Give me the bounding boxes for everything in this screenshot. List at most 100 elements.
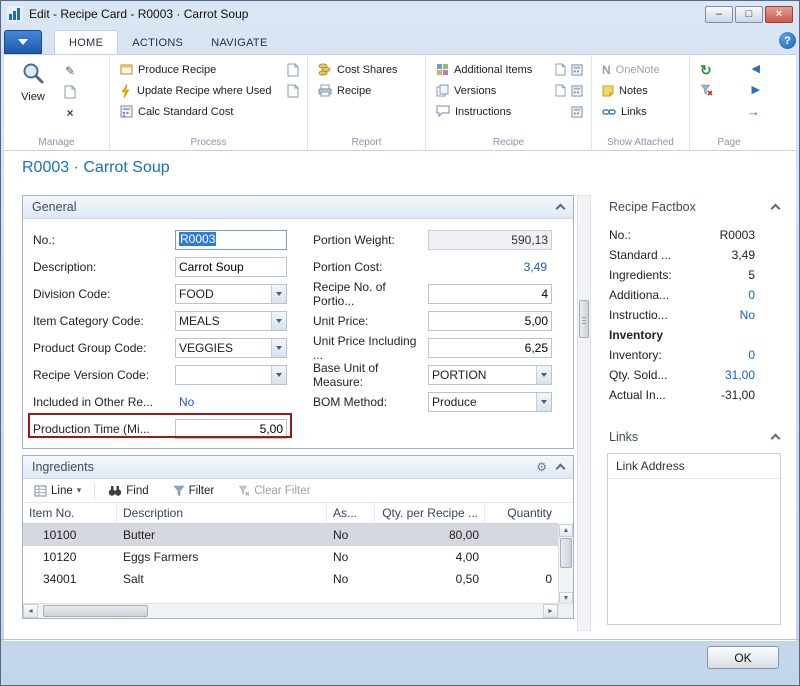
instructions-button[interactable]: Instructions	[434, 101, 585, 122]
ingredients-section-header[interactable]: Ingredients ⚙	[23, 456, 573, 479]
copy-icon[interactable]	[287, 63, 299, 77]
factbox-header[interactable]: Recipe Factbox	[599, 195, 789, 219]
unit-price-incl-input[interactable]	[428, 338, 552, 358]
ok-button[interactable]: OK	[707, 646, 779, 669]
table-row[interactable]: 34001 Salt No 0,50 0	[23, 568, 558, 590]
clear-filter-button[interactable]: Clear Filter	[233, 483, 315, 499]
collapse-chevron-icon[interactable]	[556, 464, 566, 474]
produce-recipe-button[interactable]: Produce Recipe	[118, 59, 301, 80]
column-header-quantity[interactable]: Quantity	[485, 503, 558, 523]
scroll-left-button[interactable]: ◄	[23, 604, 38, 618]
dropdown-arrow-icon[interactable]	[536, 393, 551, 411]
calc-icon[interactable]	[571, 85, 583, 97]
line-caret-icon: ▾	[77, 485, 82, 496]
dropdown-arrow-icon[interactable]	[271, 312, 286, 330]
dropdown-arrow-icon[interactable]	[271, 339, 286, 357]
collapse-chevron-icon[interactable]	[556, 204, 566, 214]
clear-filter-button[interactable]	[700, 84, 713, 97]
scrollbar-track[interactable]	[38, 604, 543, 618]
table-row[interactable]: 10120 Eggs Farmers No 4,00	[23, 546, 558, 568]
pencil-icon: ✎	[65, 64, 75, 78]
column-header-item-no[interactable]: Item No.	[23, 503, 117, 523]
product-group-code-dropdown[interactable]: VEGGIES	[175, 338, 287, 358]
included-in-other-value[interactable]: No	[175, 395, 194, 409]
dropdown-arrow-icon[interactable]	[271, 285, 286, 303]
window: Edit - Recipe Card - R0003 · Carrot Soup…	[0, 0, 800, 686]
calc-standard-cost-button[interactable]: Calc Standard Cost	[118, 101, 301, 122]
column-header-description[interactable]: Description	[117, 503, 327, 523]
factbox-additional-value[interactable]: 0	[748, 288, 755, 302]
tab-navigate[interactable]: NAVIGATE	[197, 31, 281, 54]
filter-button[interactable]: Filter	[168, 483, 220, 499]
description-input[interactable]	[175, 257, 287, 277]
notes-button[interactable]: Notes	[600, 80, 683, 101]
close-button[interactable]: ×	[765, 6, 793, 23]
help-button[interactable]: ?	[779, 32, 796, 49]
links-panel-header[interactable]: Links	[599, 425, 789, 449]
division-code-dropdown[interactable]: FOOD	[175, 284, 287, 304]
application-menu-button[interactable]	[4, 30, 42, 54]
item-category-code-dropdown[interactable]: MEALS	[175, 311, 287, 331]
copy-icon[interactable]	[555, 63, 566, 76]
line-menu-button[interactable]: Line ▾	[29, 483, 86, 499]
bom-method-dropdown[interactable]: Produce	[428, 392, 552, 412]
copy-icon[interactable]	[287, 84, 299, 98]
scrollbar-thumb[interactable]	[579, 300, 589, 338]
recipe-report-button[interactable]: Recipe	[316, 80, 419, 101]
calc-icon[interactable]	[571, 64, 583, 76]
recipe-no-portions-input[interactable]	[428, 284, 552, 304]
factbox-inventory-value[interactable]: 0	[748, 348, 755, 362]
minimize-button[interactable]: –	[705, 6, 733, 23]
cost-shares-button[interactable]: Cost Shares	[316, 59, 419, 80]
cell-as: No	[327, 568, 375, 590]
recipe-version-code-dropdown[interactable]	[175, 365, 287, 385]
maximize-button[interactable]: □	[735, 6, 763, 23]
additional-items-button[interactable]: Additional Items	[434, 59, 585, 80]
unit-price-label: Unit Price:	[313, 314, 428, 328]
collapse-chevron-icon[interactable]	[771, 204, 781, 214]
scroll-right-button[interactable]: ►	[543, 604, 558, 618]
find-button[interactable]: Find	[103, 483, 153, 499]
window-title: Edit - Recipe Card - R0003 · Carrot Soup	[29, 7, 248, 21]
customize-gear-icon[interactable]: ⚙	[536, 460, 547, 474]
scroll-up-button[interactable]: ▲	[559, 524, 573, 537]
table-row[interactable]: 10100 Butter No 80,00	[23, 524, 558, 546]
versions-label: Versions	[454, 85, 496, 97]
update-recipe-where-used-button[interactable]: Update Recipe where Used	[118, 80, 301, 101]
scrollbar-thumb[interactable]	[560, 538, 572, 568]
base-unit-of-measure-dropdown[interactable]: PORTION	[428, 365, 552, 385]
no-label: No.:	[33, 233, 175, 247]
no-input[interactable]: R0003	[175, 230, 287, 250]
next-button[interactable]: ▶	[752, 85, 760, 96]
column-header-qty-per-recipe[interactable]: Qty. per Recipe ...	[375, 503, 485, 523]
delete-button[interactable]: ×	[62, 105, 78, 120]
versions-button[interactable]: Versions	[434, 80, 585, 101]
edit-button[interactable]: ✎	[62, 63, 78, 78]
calc-icon[interactable]	[571, 106, 583, 118]
new-button[interactable]	[62, 84, 78, 99]
refresh-button[interactable]: ↻	[700, 63, 712, 77]
dropdown-arrow-icon[interactable]	[271, 366, 286, 384]
unit-price-input[interactable]	[428, 311, 552, 331]
table-horizontal-scrollbar[interactable]: ◄ ►	[23, 603, 558, 618]
collapse-chevron-icon[interactable]	[771, 434, 781, 444]
scrollbar-thumb[interactable]	[43, 605, 148, 617]
goto-button[interactable]: →	[747, 105, 760, 118]
factbox-qty-sold-value[interactable]: 31,00	[725, 368, 755, 382]
previous-button[interactable]: ◀	[752, 64, 760, 75]
tab-actions[interactable]: ACTIONS	[118, 31, 197, 54]
column-header-as[interactable]: As...	[327, 503, 375, 523]
cell-description: Salt	[117, 568, 327, 590]
table-vertical-scrollbar[interactable]: ▲ ▼	[558, 524, 573, 605]
portion-cost-value[interactable]: 3,49	[428, 260, 552, 274]
copy-icon[interactable]	[555, 84, 566, 97]
view-button[interactable]: View	[12, 59, 54, 120]
onenote-button[interactable]: N OneNote	[600, 59, 683, 80]
factbox-instructions-value[interactable]: No	[740, 308, 755, 322]
production-time-input[interactable]	[175, 419, 287, 439]
general-section-header[interactable]: General	[23, 196, 573, 219]
tab-home[interactable]: HOME	[54, 30, 118, 54]
page-vertical-scrollbar[interactable]	[577, 195, 591, 631]
links-button[interactable]: Links	[600, 101, 683, 122]
dropdown-arrow-icon[interactable]	[536, 366, 551, 384]
